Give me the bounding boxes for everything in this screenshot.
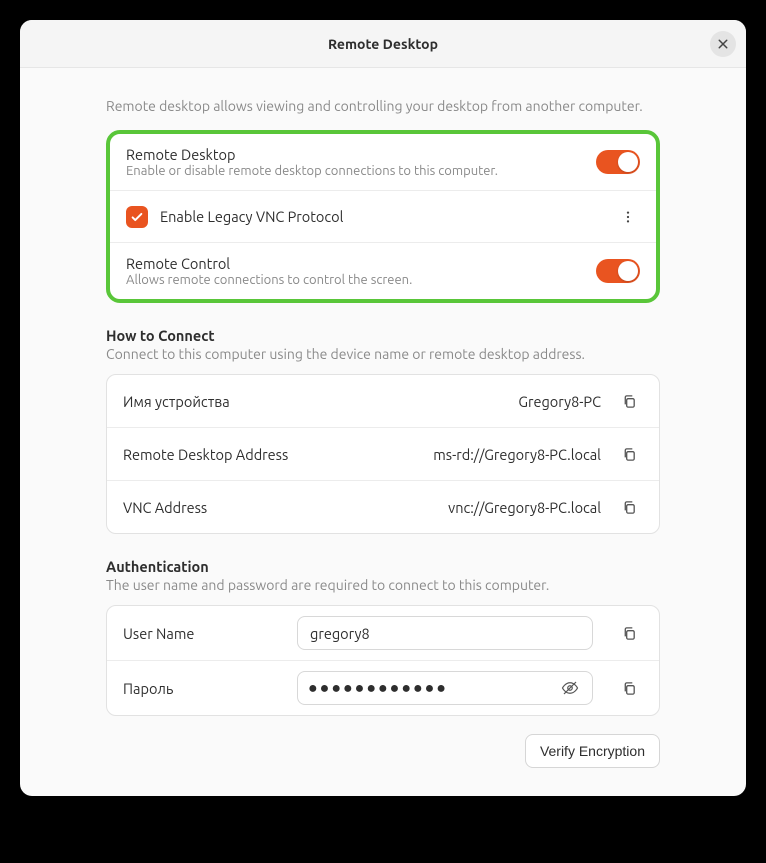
- authentication-title: Authentication: [106, 558, 660, 575]
- copy-icon: [622, 500, 637, 515]
- remote-control-sub: Allows remote connections to control the…: [126, 273, 596, 287]
- copy-icon: [622, 626, 637, 641]
- password-field-wrap: ●●●●●●●●●●●●: [297, 671, 593, 705]
- rdp-address-row: Remote Desktop Address ms-rd://Gregory8-…: [107, 427, 659, 480]
- remote-desktop-sub: Enable or disable remote desktop connect…: [126, 164, 596, 178]
- toggle-password-visibility-button[interactable]: [556, 674, 584, 702]
- remote-desktop-label: Remote Desktop: [126, 146, 596, 163]
- copy-vnc-address-button[interactable]: [615, 493, 643, 521]
- verify-encryption-button[interactable]: Verify Encryption: [525, 734, 660, 768]
- username-label: User Name: [123, 625, 283, 642]
- how-to-connect-sub: Connect to this computer using the devic…: [106, 346, 660, 362]
- toggles-group: Remote Desktop Enable or disable remote …: [106, 130, 660, 303]
- copy-rdp-address-button[interactable]: [615, 440, 643, 468]
- auth-group: User Name Пароль ●●●●●●●●●●●●: [106, 605, 660, 716]
- copy-device-name-button[interactable]: [615, 387, 643, 415]
- rdp-address-value: ms-rd://Gregory8-PC.local: [433, 446, 607, 463]
- content: Remote desktop allows viewing and contro…: [20, 68, 746, 796]
- remote-control-label: Remote Control: [126, 255, 596, 272]
- password-label: Пароль: [123, 680, 283, 697]
- how-to-connect-title: How to Connect: [106, 327, 660, 344]
- kebab-icon: [621, 210, 635, 224]
- check-icon: [130, 210, 144, 224]
- copy-icon: [622, 681, 637, 696]
- legacy-vnc-label: Enable Legacy VNC Protocol: [160, 208, 616, 225]
- close-icon: [717, 38, 729, 50]
- password-masked[interactable]: ●●●●●●●●●●●●: [308, 679, 556, 698]
- legacy-vnc-row: Enable Legacy VNC Protocol: [110, 190, 656, 242]
- remote-control-switch[interactable]: [596, 259, 640, 283]
- rdp-address-label: Remote Desktop Address: [123, 446, 433, 463]
- remote-desktop-dialog: Remote Desktop Remote desktop allows vie…: [20, 20, 746, 796]
- remote-desktop-row: Remote Desktop Enable or disable remote …: [110, 134, 656, 190]
- copy-icon: [622, 394, 637, 409]
- connect-group: Имя устройства Gregory8-PC Remote Deskto…: [106, 374, 660, 534]
- copy-password-button[interactable]: [615, 674, 643, 702]
- footer: Verify Encryption: [106, 734, 660, 768]
- remote-control-row: Remote Control Allows remote connections…: [110, 242, 656, 299]
- vnc-address-value: vnc://Gregory8-PC.local: [448, 499, 607, 516]
- vnc-address-label: VNC Address: [123, 499, 448, 516]
- password-row: Пароль ●●●●●●●●●●●●: [107, 660, 659, 715]
- intro-text: Remote desktop allows viewing and contro…: [106, 96, 660, 116]
- copy-username-button[interactable]: [615, 619, 643, 647]
- device-name-row: Имя устройства Gregory8-PC: [107, 375, 659, 427]
- authentication-sub: The user name and password are required …: [106, 577, 660, 593]
- username-input[interactable]: [308, 624, 584, 643]
- legacy-vnc-checkbox[interactable]: [126, 206, 148, 228]
- remote-desktop-switch[interactable]: [596, 150, 640, 174]
- eye-off-icon: [561, 679, 579, 697]
- vnc-address-row: VNC Address vnc://Gregory8-PC.local: [107, 480, 659, 533]
- close-button[interactable]: [710, 31, 736, 57]
- device-name-label: Имя устройства: [123, 393, 518, 410]
- window-title: Remote Desktop: [328, 36, 438, 52]
- titlebar: Remote Desktop: [20, 20, 746, 68]
- copy-icon: [622, 447, 637, 462]
- device-name-value: Gregory8-PC: [518, 393, 607, 410]
- username-row: User Name: [107, 606, 659, 660]
- username-field-wrap: [297, 616, 593, 650]
- legacy-vnc-menu-button[interactable]: [616, 205, 640, 229]
